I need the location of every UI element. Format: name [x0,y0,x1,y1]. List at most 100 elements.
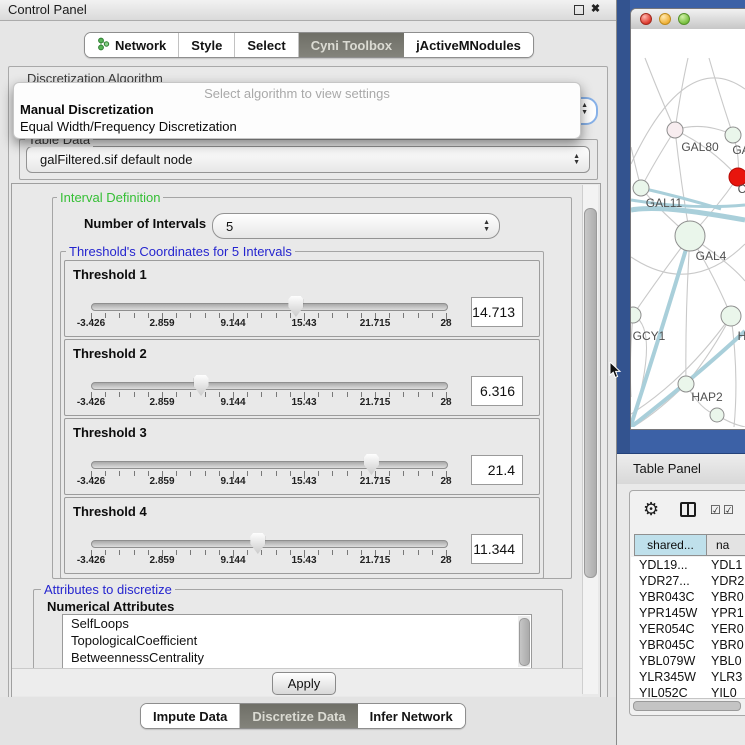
table-row[interactable]: YBR045CYBR0 [631,637,745,653]
tick-mark [418,392,419,397]
tick-mark [205,392,206,397]
threshold-value-field[interactable]: 14.713 [471,297,523,327]
tick-mark [134,471,135,476]
tick-mark [247,392,248,397]
table-row[interactable]: YPR145WYPR1 [631,605,745,621]
tick-mark [119,471,120,476]
thresholds-group-label: Threshold's Coordinates for 5 Intervals [66,244,295,259]
interval-definition-label: Interval Definition [57,190,163,205]
threshold-value-field[interactable]: 6.316 [471,376,523,406]
attribute-list-item[interactable]: BetweennessCentrality [63,649,531,666]
numerical-attributes-list[interactable]: SelfLoopsTopologicalCoefficientBetweenne… [62,614,532,669]
slider-track[interactable] [91,540,448,548]
bottom-tab-discretize-data[interactable]: Discretize Data [239,704,357,728]
control-panel-titlebar: Control Panel ✖ [0,0,617,21]
top-tab-cyni-toolbox[interactable]: Cyni Toolbox [298,33,404,57]
tick-mark [403,392,404,397]
float-window-icon[interactable] [574,5,584,15]
network-node[interactable] [710,408,724,422]
top-tab-style[interactable]: Style [178,33,234,57]
checkbox-icon[interactable]: ☑ [723,503,734,517]
network-node[interactable] [725,127,741,143]
table-rows: YDL19...YDL1YDR27...YDR2YBR043CYBR0YPR14… [631,557,745,698]
network-canvas[interactable]: GAL80GACGAL11GAL4GCY1HHAP2 [631,29,745,427]
table-row[interactable]: YER054CYER0 [631,621,745,637]
tick-mark [134,313,135,318]
table-data-combobox[interactable]: galFiltered.sif default node ▲▼ [26,146,590,173]
combo-arrows-icon: ▲▼ [483,220,499,232]
popup-option[interactable]: Manual Discretization [20,102,154,117]
popup-option[interactable]: Equal Width/Frequency Discretization [20,119,237,134]
threshold-panel: Threshold 3-3.4262.8599.14415.4321.71528… [64,418,540,495]
horizontal-scrollbar-thumb[interactable] [633,701,741,711]
threshold-title: Threshold 2 [73,346,147,361]
horizontal-scrollbar[interactable] [630,698,745,712]
threshold-value-field[interactable]: 11.344 [471,534,523,564]
top-tab-network[interactable]: Network [85,33,178,57]
network-node[interactable] [633,180,649,196]
cell-name: YER0 [711,622,744,636]
table-row[interactable]: YBL079WYBL0 [631,653,745,669]
tick-mark [347,313,348,318]
apply-button[interactable]: Apply [272,672,336,695]
network-window-titlebar[interactable] [631,9,745,31]
checkbox-icon[interactable]: ☑ [710,503,721,517]
table-row[interactable]: YBR043CYBR0 [631,589,745,605]
tick-mark [205,313,206,318]
network-node[interactable] [675,221,705,251]
bottom-tab-infer-network[interactable]: Infer Network [358,704,465,728]
bottom-tab-label: Discretize Data [252,709,345,724]
tick-mark [176,471,177,476]
top-tab-label: Style [191,38,222,53]
cell-shared-name: YDR27... [639,574,690,588]
slider-track[interactable] [91,382,448,390]
axis-tick-label: 28 [440,555,451,566]
close-icon[interactable]: ✖ [590,4,601,15]
column-header-shared-name[interactable]: shared... [634,534,707,556]
cell-name: YBL0 [711,654,742,668]
table-panel-titlebar: Table Panel [617,453,745,484]
tick-mark [332,392,333,397]
list-scrollbar-thumb[interactable] [519,618,530,666]
number-of-intervals-combobox[interactable]: 5 ▲▼ [212,213,500,239]
slider-thumb[interactable] [250,533,265,554]
list-scrollbar[interactable] [518,616,530,667]
top-tab-select[interactable]: Select [234,33,297,57]
close-traffic-light[interactable] [640,13,652,25]
top-tab-jactivemnodules[interactable]: jActiveMNodules [404,33,533,57]
axis-tick-label: 2.859 [149,397,174,408]
table-row[interactable]: YDR27...YDR2 [631,573,745,589]
table-row[interactable]: YLR345WYLR3 [631,669,745,685]
vertical-scrollbar-thumb[interactable] [584,208,597,578]
app-root: Control Panel ✖ Network Style SelectCyni T… [0,0,745,745]
cell-shared-name: YBR043C [639,590,695,604]
network-node[interactable] [667,122,683,138]
table-row[interactable]: YIL052CYIL0 [631,685,745,698]
slider-track[interactable] [91,461,448,469]
bottom-tab-impute-data[interactable]: Impute Data [141,704,239,728]
slider-thumb[interactable] [194,375,209,396]
tick-mark [332,471,333,476]
axis-tick-label: 28 [440,397,451,408]
column-header-name[interactable]: na [707,534,745,556]
attribute-list-item[interactable]: SelfLoops [63,615,531,632]
axis-tick-label: -3.426 [77,397,105,408]
tick-mark [318,313,319,318]
minimize-traffic-light[interactable] [659,13,671,25]
axis-tick-label: 21.715 [360,555,391,566]
zoom-traffic-light[interactable] [678,13,690,25]
split-columns-icon[interactable] [680,502,696,517]
combo-arrows-icon: ▲▼ [581,103,588,115]
network-node[interactable] [721,306,741,326]
threshold-value-field[interactable]: 21.4 [471,455,523,485]
axis-tick-label: 2.859 [149,555,174,566]
slider-thumb[interactable] [364,454,379,475]
attribute-list-item[interactable]: TopologicalCoefficient [63,632,531,649]
table-row[interactable]: YDL19...YDL1 [631,557,745,573]
slider-track[interactable] [91,303,448,311]
tick-mark [105,471,106,476]
gear-icon[interactable]: ⚙ [643,499,659,520]
top-tab-label: jActiveMNodules [416,38,521,53]
tick-mark [119,313,120,318]
cell-shared-name: YIL052C [639,686,688,698]
